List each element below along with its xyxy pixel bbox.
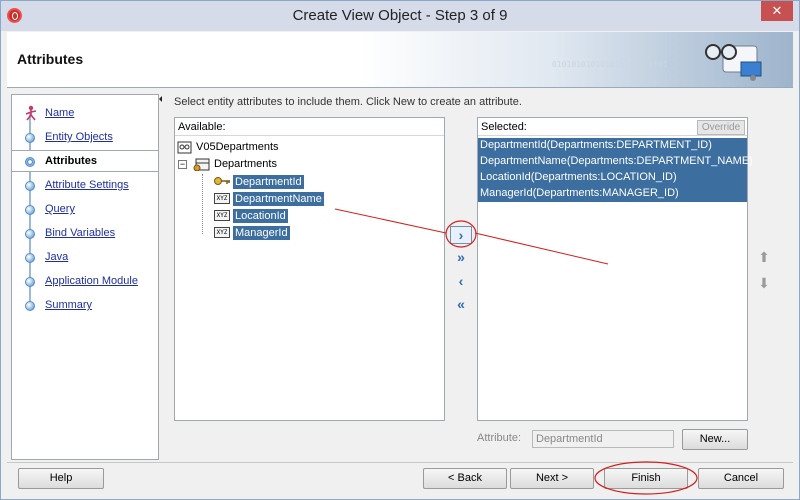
binary-decoration: 010101010101010101010101 [552, 60, 668, 69]
nav-step-label[interactable]: Java [45, 251, 68, 263]
remove-selected-button[interactable]: ‹ [450, 273, 472, 291]
selected-attributes-panel: Selected: Override DepartmentId(Departme… [477, 117, 753, 421]
move-selected-button[interactable]: › [450, 226, 472, 244]
remove-all-button[interactable]: « [450, 296, 472, 314]
title-bar: Create View Object - Step 3 of 9 ✕ [1, 1, 799, 31]
back-button[interactable]: < Back [423, 468, 507, 489]
close-button[interactable]: ✕ [761, 1, 793, 21]
step-current-dot-icon [25, 157, 35, 167]
step-dot-icon [25, 301, 35, 311]
available-attributes-panel: Available: V05Departments − Departments [174, 117, 445, 421]
next-button[interactable]: Next > [510, 468, 594, 489]
selected-list[interactable]: DepartmentId(Departments:DEPARTMENT_ID) … [478, 138, 753, 202]
help-button[interactable]: Help [18, 468, 104, 489]
nav-step-label[interactable]: Query [45, 203, 75, 215]
nav-step-entity-objects[interactable]: Entity Objects [12, 127, 158, 149]
nav-step-bind-variables[interactable]: Bind Variables [12, 223, 158, 245]
attribute-type-icon: XYZ [214, 210, 230, 221]
window-title: Create View Object - Step 3 of 9 [292, 7, 508, 24]
move-all-button[interactable]: » [450, 249, 472, 267]
nav-step-label[interactable]: Application Module [45, 275, 138, 287]
tree-node-label: DepartmentId [233, 175, 304, 189]
attribute-type-icon: XYZ [214, 193, 230, 204]
create-view-object-dialog: Create View Object - Step 3 of 9 ✕ Attri… [0, 0, 800, 500]
finish-button[interactable]: Finish [604, 468, 688, 489]
list-item[interactable]: DepartmentId(Departments:DEPARTMENT_ID) [478, 138, 747, 154]
list-item[interactable]: ManagerId(Departments:MANAGER_ID) [478, 186, 747, 202]
step-dot-icon [25, 253, 35, 263]
nav-step-application-module[interactable]: Application Module [12, 271, 158, 293]
nav-step-java[interactable]: Java [12, 247, 158, 269]
step-dot-icon [25, 229, 35, 239]
new-attribute-button[interactable]: New... [682, 429, 748, 450]
collapse-toggle-icon[interactable]: − [178, 160, 187, 169]
footer-divider [7, 462, 793, 463]
nav-step-label[interactable]: Name [45, 107, 74, 119]
step-dot-icon [25, 181, 35, 191]
tree-node-label: ManagerId [233, 226, 290, 240]
walking-figure-icon [25, 105, 37, 121]
move-down-button[interactable]: ⬇ [756, 275, 772, 291]
nav-step-label[interactable]: Summary [45, 299, 92, 311]
attribute-field[interactable]: DepartmentId [532, 430, 674, 448]
nav-step-name[interactable]: Name [12, 103, 158, 125]
cancel-button[interactable]: Cancel [698, 468, 784, 489]
override-button[interactable]: Override [697, 120, 745, 135]
tree-guide-line [202, 174, 203, 234]
tree-node-label: V05Departments [196, 141, 279, 153]
key-icon [214, 177, 230, 185]
nav-step-summary[interactable]: Summary [12, 295, 158, 317]
wizard-graphic-icon [705, 44, 762, 81]
nav-step-attributes[interactable]: Attributes [12, 150, 158, 172]
tree-node-label: LocationId [233, 209, 288, 223]
tree-node-label: DepartmentName [233, 192, 324, 206]
panel-splitter[interactable] [159, 94, 163, 460]
available-header: Available: [175, 118, 444, 136]
nav-step-label[interactable]: Bind Variables [45, 227, 115, 239]
entity-object-icon [193, 158, 210, 171]
nav-step-query[interactable]: Query [12, 199, 158, 221]
wizard-step-navigation: Name Entity Objects Attributes Attribute… [11, 94, 159, 460]
tree-node-label: Departments [214, 158, 277, 170]
step-dot-icon [25, 205, 35, 215]
move-up-button[interactable]: ⬆ [756, 249, 772, 265]
attribute-label: Attribute: [477, 432, 522, 444]
collapse-arrow-icon[interactable] [159, 96, 162, 102]
header-banner: Attributes 010101010101010101010101 [7, 32, 793, 88]
instruction-text: Select entity attributes to include them… [174, 96, 522, 108]
attribute-type-icon: XYZ [214, 227, 230, 238]
list-item[interactable]: LocationId(Departments:LOCATION_ID) [478, 170, 747, 186]
nav-step-label[interactable]: Attribute Settings [45, 179, 129, 191]
nav-step-label: Attributes [45, 155, 97, 167]
view-object-icon [177, 141, 192, 154]
list-item[interactable]: DepartmentName(Departments:DEPARTMENT_NA… [478, 154, 753, 170]
page-title: Attributes [17, 51, 84, 67]
step-dot-icon [25, 277, 35, 287]
nav-step-label[interactable]: Entity Objects [45, 131, 113, 143]
step-dot-icon [25, 133, 35, 143]
nav-step-attribute-settings[interactable]: Attribute Settings [12, 175, 158, 197]
